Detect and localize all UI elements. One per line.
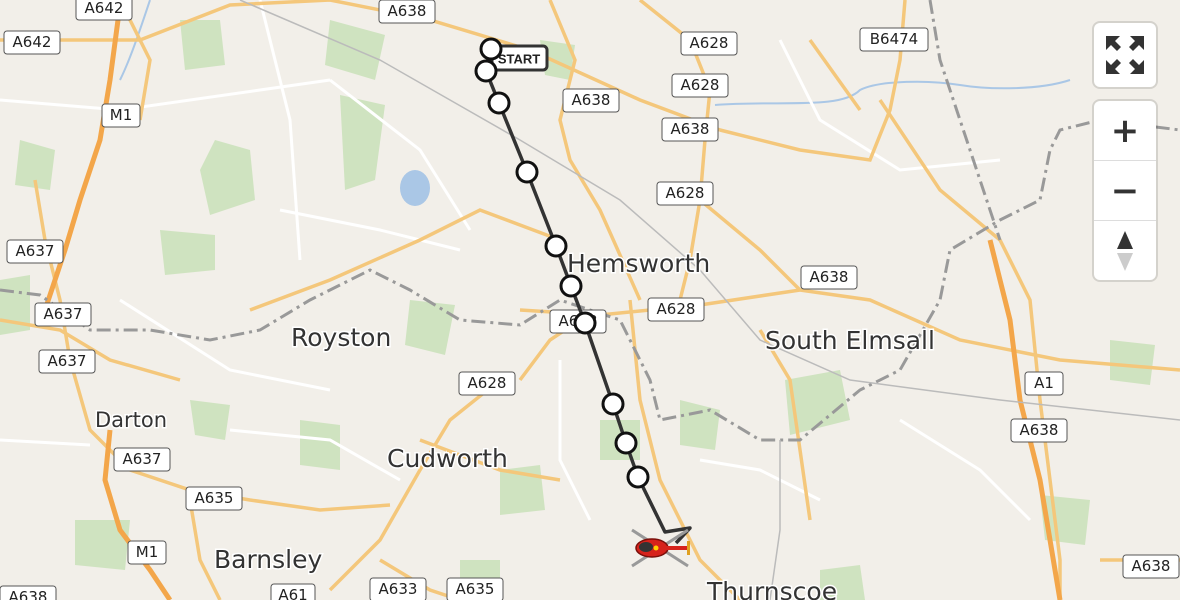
road-shield: A628 — [656, 181, 714, 206]
svg-text:A638: A638 — [9, 588, 48, 600]
road-shield: A628 — [458, 371, 516, 396]
road-shield: A61 — [270, 583, 316, 600]
road-shield: B6474 — [859, 27, 929, 52]
svg-text:M1: M1 — [136, 543, 159, 561]
road-shield: A642 — [3, 30, 61, 55]
svg-text:A635: A635 — [456, 580, 495, 598]
svg-text:A1: A1 — [1034, 374, 1054, 392]
svg-text:A642: A642 — [85, 0, 124, 17]
route-waypoint[interactable] — [515, 160, 539, 184]
town-hemsworth: Hemsworth — [567, 249, 710, 278]
road-shield: A628 — [671, 73, 729, 98]
svg-text:A638: A638 — [1132, 557, 1171, 575]
town-thurnscoe: Thurnscoe — [706, 577, 837, 600]
route-waypoint[interactable] — [601, 392, 625, 416]
road-shield: A638 — [378, 0, 436, 24]
road-shield: A635 — [185, 486, 243, 511]
road-shield: M1 — [127, 540, 167, 565]
route-waypoint[interactable] — [474, 59, 498, 83]
route-waypoint[interactable] — [614, 431, 638, 455]
road-shield: A638 — [0, 585, 57, 600]
road-shield: A642 — [75, 0, 133, 21]
svg-text:A633: A633 — [379, 580, 418, 598]
svg-text:A642: A642 — [13, 33, 52, 51]
road-shield: A638 — [1122, 554, 1180, 579]
road-shield: A628 — [680, 31, 738, 56]
svg-text:A638: A638 — [1020, 421, 1059, 439]
road-shield: A637 — [6, 239, 64, 264]
route-waypoint[interactable] — [559, 274, 583, 298]
road-shield: A638 — [1010, 418, 1068, 443]
svg-text:A638: A638 — [572, 91, 611, 109]
svg-text:A628: A628 — [468, 374, 507, 392]
route-waypoint[interactable] — [626, 465, 650, 489]
town-barnsley: Barnsley — [214, 545, 323, 574]
road-shield: A1 — [1024, 371, 1064, 396]
route-waypoint[interactable] — [479, 37, 503, 61]
minor-roads — [0, 0, 1032, 522]
zoom-out-label: − — [1110, 170, 1140, 211]
road-shield: A633 — [369, 577, 427, 600]
fullscreen-control — [1094, 23, 1156, 87]
map-canvas[interactable]: Hemsworth South Elmsall Royston Darton C… — [0, 0, 1180, 600]
boundaries — [0, 0, 1180, 442]
route-waypoint[interactable] — [544, 234, 568, 258]
svg-text:A628: A628 — [657, 300, 696, 318]
route-waypoint[interactable] — [573, 311, 597, 335]
zoom-in-button[interactable]: + — [1094, 101, 1156, 160]
town-darton: Darton — [95, 408, 167, 432]
svg-text:A638: A638 — [671, 120, 710, 138]
town-royston: Royston — [291, 323, 391, 352]
road-shield: A638 — [661, 117, 719, 142]
reset-north-button[interactable] — [1094, 220, 1156, 280]
road-shield: A638 — [562, 88, 620, 113]
road-shields: A642 A638 A642 M1 A628 A628 A638 A638 A6… — [0, 0, 1180, 600]
compass-icon — [1117, 230, 1133, 271]
svg-text:A61: A61 — [278, 586, 307, 600]
zoom-out-button[interactable]: − — [1094, 160, 1156, 220]
svg-text:A637: A637 — [123, 450, 162, 468]
fullscreen-icon — [1106, 36, 1144, 74]
road-shield: A638 — [800, 265, 858, 290]
fullscreen-button[interactable] — [1094, 23, 1156, 87]
zoom-control: + − — [1094, 101, 1156, 280]
zoom-in-label: + — [1110, 110, 1140, 151]
svg-text:A638: A638 — [388, 2, 427, 20]
svg-text:M1: M1 — [110, 106, 133, 124]
route-waypoint[interactable] — [487, 91, 511, 115]
svg-text:A637: A637 — [44, 305, 83, 323]
road-shield: M1 — [101, 103, 141, 128]
road-shield: A635 — [446, 577, 504, 600]
road-shield: A637 — [34, 302, 92, 327]
svg-text:START: START — [498, 52, 540, 67]
svg-text:A635: A635 — [195, 489, 234, 507]
svg-text:B6474: B6474 — [870, 30, 918, 48]
svg-text:A628: A628 — [681, 76, 720, 94]
svg-text:A628: A628 — [690, 34, 729, 52]
svg-text:A628: A628 — [666, 184, 705, 202]
town-south-elmsall: South Elmsall — [765, 326, 935, 355]
town-cudworth: Cudworth — [387, 444, 508, 473]
lake — [400, 170, 430, 206]
helicopter-icon[interactable] — [631, 528, 690, 568]
road-shield: A628 — [647, 297, 705, 322]
svg-text:A637: A637 — [16, 242, 55, 260]
svg-text:A638: A638 — [810, 268, 849, 286]
road-shield: A637 — [113, 447, 171, 472]
svg-text:A637: A637 — [48, 352, 87, 370]
road-shield: A637 — [38, 349, 96, 374]
